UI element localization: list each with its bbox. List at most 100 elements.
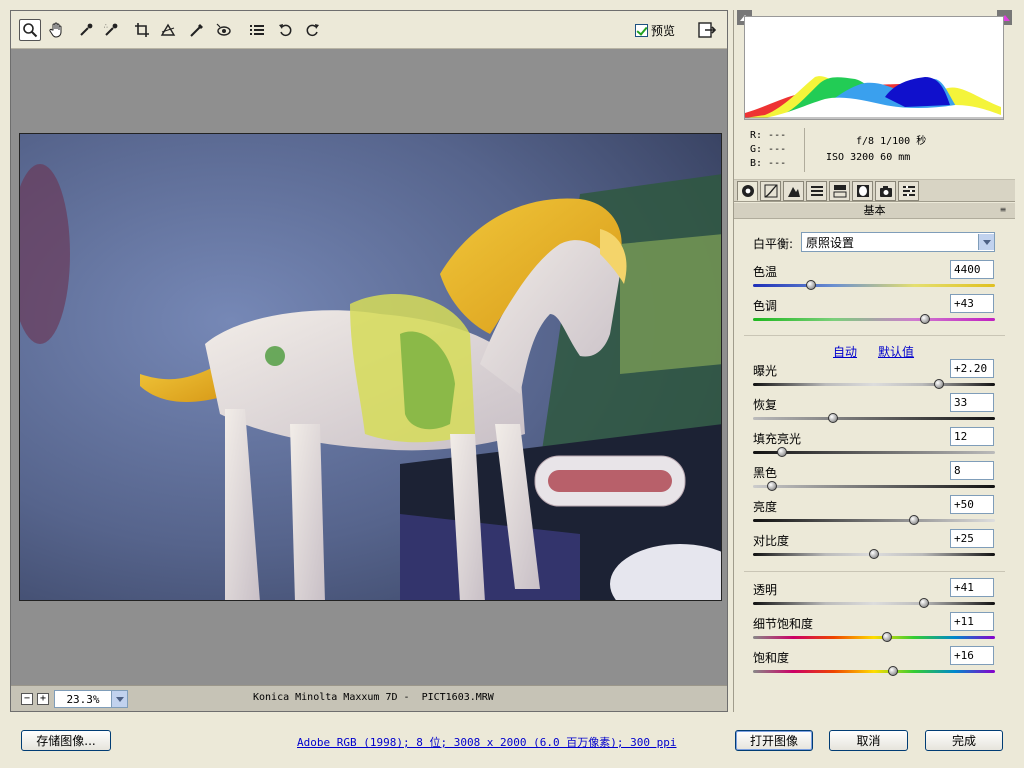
pixel-and-exif-readout: R: --- G: --- B: --- f/8 1/100 秒 ISO 320… <box>734 122 1015 180</box>
preview-toggle[interactable]: 预览 <box>635 22 675 39</box>
blacks-input[interactable]: 8 <box>950 461 994 480</box>
crop-tool-icon[interactable] <box>131 19 153 41</box>
fill-light-slider-thumb[interactable] <box>777 447 788 457</box>
tint-slider[interactable] <box>753 314 995 324</box>
clarity-input[interactable]: +41 <box>950 578 994 597</box>
tab-split-toning-icon[interactable] <box>829 181 850 201</box>
vibrance-slider-thumb[interactable] <box>882 632 893 642</box>
section-title-bar: 基本 ≡ <box>734 203 1015 219</box>
tab-basic-icon[interactable] <box>737 181 758 201</box>
fullscreen-toggle-icon[interactable] <box>697 20 717 40</box>
rgb-readout: R: --- G: --- B: --- <box>750 129 786 171</box>
zoom-out-button[interactable]: − <box>21 693 33 705</box>
section-title: 基本 <box>863 204 886 217</box>
workflow-options-link[interactable]: Adobe RGB (1998); 8 位; 3008 x 2000 (6.0 … <box>297 734 677 750</box>
white-balance-value: 原照设置 <box>806 235 855 250</box>
brightness-slider-thumb[interactable] <box>908 515 919 525</box>
white-balance-tool-icon[interactable] <box>75 19 97 41</box>
done-button[interactable]: 完成 <box>925 730 1003 751</box>
retouch-tool-icon[interactable] <box>186 19 208 41</box>
red-eye-tool-icon[interactable] <box>212 19 234 41</box>
hand-tool-icon[interactable] <box>45 19 67 41</box>
readout-divider <box>804 128 805 172</box>
zoom-level-select[interactable]: 23.3% <box>54 690 128 708</box>
preview-checkbox[interactable] <box>635 24 648 37</box>
brightness-input[interactable]: +50 <box>950 495 994 514</box>
temperature-slider-thumb[interactable] <box>806 280 817 290</box>
brightness-slider[interactable] <box>753 515 995 525</box>
section-divider <box>744 335 1005 336</box>
image-preview[interactable] <box>19 133 722 601</box>
chevron-down-icon[interactable] <box>111 691 127 707</box>
saturation-label: 饱和度 <box>753 651 790 665</box>
contrast-slider-thumb[interactable] <box>869 549 879 559</box>
vibrance-input[interactable]: +11 <box>950 612 994 631</box>
auto-button[interactable]: 自动 <box>833 343 857 360</box>
recovery-slider-thumb[interactable] <box>827 413 838 423</box>
tint-input[interactable]: +43 <box>950 294 994 313</box>
fill-light-slider[interactable] <box>753 447 995 457</box>
blacks-slider[interactable] <box>753 481 995 491</box>
exposure-slider-thumb[interactable] <box>934 379 945 389</box>
saturation-slider[interactable] <box>753 666 995 676</box>
tab-presets-icon[interactable] <box>898 181 919 201</box>
chevron-down-icon[interactable] <box>978 234 994 250</box>
tab-lens-corrections-icon[interactable] <box>852 181 873 201</box>
straighten-tool-icon[interactable] <box>157 19 179 41</box>
preferences-icon[interactable] <box>246 19 268 41</box>
tab-tone-curve-icon[interactable] <box>760 181 781 201</box>
zoom-level-value: 23.3% <box>66 692 100 706</box>
open-image-button[interactable]: 打开图像 <box>735 730 813 751</box>
green-readout: G: --- <box>750 144 787 155</box>
temperature-slider[interactable] <box>753 280 995 290</box>
clarity-slider[interactable] <box>753 598 995 608</box>
histogram-graph <box>744 16 1004 120</box>
exposure-label: 曝光 <box>753 364 778 378</box>
red-readout: R: --- <box>750 130 787 141</box>
rotate-left-icon[interactable] <box>275 19 297 41</box>
panel-menu-icon[interactable]: ≡ <box>997 206 1009 216</box>
tab-detail-icon[interactable] <box>783 181 804 201</box>
save-image-button[interactable]: 存储图像... <box>21 730 111 751</box>
tool-bar: ∴ 预览 <box>11 11 727 49</box>
vibrance-label: 细节饱和度 <box>753 617 814 631</box>
clarity-slider-thumb[interactable] <box>918 598 929 608</box>
white-balance-label: 白平衡: <box>753 237 794 251</box>
recovery-input[interactable]: 33 <box>950 393 994 412</box>
blue-readout: B: --- <box>750 158 787 169</box>
iso-focal-readout: ISO 3200 60 mm <box>826 152 911 163</box>
blacks-slider-thumb[interactable] <box>767 481 778 491</box>
rotate-right-icon[interactable] <box>301 19 323 41</box>
tab-camera-calibration-icon[interactable] <box>875 181 896 201</box>
recovery-slider[interactable] <box>753 413 995 423</box>
recovery-label: 恢复 <box>753 398 778 412</box>
camera-file-name: Konica Minolta Maxxum 7D - PICT1603.MRW <box>253 692 494 703</box>
color-sampler-tool-icon[interactable]: ∴ <box>100 19 122 41</box>
photo-horse-figurine <box>20 134 721 600</box>
tint-slider-thumb[interactable] <box>919 314 930 324</box>
temperature-label: 色温 <box>753 265 778 279</box>
settings-panel: R: --- G: --- B: --- f/8 1/100 秒 ISO 320… <box>733 10 1015 712</box>
tab-hsl-icon[interactable] <box>806 181 827 201</box>
section-divider <box>744 571 1005 572</box>
cancel-button[interactable]: 取消 <box>829 730 908 751</box>
exposure-slider[interactable] <box>753 379 995 389</box>
zoom-tool-icon[interactable] <box>19 19 41 41</box>
contrast-slider[interactable] <box>753 549 995 559</box>
zoom-in-button[interactable]: + <box>37 693 49 705</box>
contrast-label: 对比度 <box>753 534 790 548</box>
aperture-shutter-readout: f/8 1/100 秒 <box>856 136 927 147</box>
vibrance-slider[interactable] <box>753 632 995 642</box>
saturation-slider-thumb[interactable] <box>888 666 899 676</box>
clarity-label: 透明 <box>753 583 778 597</box>
fill-light-input[interactable]: 12 <box>950 427 994 446</box>
panel-tabs <box>734 180 1015 202</box>
contrast-input[interactable]: +25 <box>950 529 994 548</box>
default-button[interactable]: 默认值 <box>878 343 914 360</box>
white-balance-select[interactable]: 原照设置 <box>801 232 995 252</box>
exposure-input[interactable]: +2.20 <box>950 359 994 378</box>
fill-light-label: 填充亮光 <box>753 432 802 446</box>
saturation-input[interactable]: +16 <box>950 646 994 665</box>
temperature-input[interactable]: 4400 <box>950 260 994 279</box>
histogram <box>734 10 1015 122</box>
